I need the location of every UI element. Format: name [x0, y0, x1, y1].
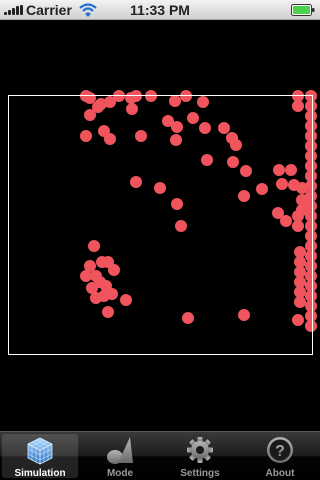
particle [90, 292, 102, 304]
particle [276, 178, 288, 190]
shape-pair-icon [107, 437, 133, 464]
particle-group [80, 90, 317, 332]
tab-settings[interactable]: Settings [160, 432, 240, 480]
particle [187, 112, 199, 124]
tab-about[interactable]: ? About [240, 432, 320, 480]
particle [175, 220, 187, 232]
particle [84, 92, 96, 104]
particle [292, 314, 304, 326]
particle [230, 139, 242, 151]
status-bar: Carrier 11:33 PM [0, 0, 320, 20]
app-screen: Carrier 11:33 PM Simulation Mode Setting… [0, 0, 320, 480]
particle [80, 130, 92, 142]
tab-settings-label: Settings [180, 468, 220, 479]
particle [305, 320, 317, 332]
tab-simulation-label: Simulation [14, 468, 66, 479]
tab-mode-label: Mode [106, 468, 134, 479]
particle [88, 240, 100, 252]
question-icon: ? [267, 437, 293, 463]
tab-mode[interactable]: Mode [80, 432, 160, 480]
particle [294, 296, 306, 308]
particle [130, 176, 142, 188]
cube-grid-icon [27, 437, 53, 465]
particle [280, 215, 292, 227]
tab-about-label: About [265, 468, 295, 479]
container-box [8, 95, 313, 355]
particle [102, 306, 114, 318]
battery-icon [291, 4, 315, 16]
particle [170, 134, 182, 146]
svg-text:?: ? [275, 443, 285, 460]
particle [135, 130, 147, 142]
particle [273, 164, 285, 176]
particle [169, 95, 181, 107]
particle [218, 122, 230, 134]
particle [197, 96, 209, 108]
particle [171, 198, 183, 210]
particle [285, 164, 297, 176]
simulation-canvas[interactable] [0, 20, 320, 431]
particle [201, 154, 213, 166]
particle [104, 133, 116, 145]
particle [126, 103, 138, 115]
particle [256, 183, 268, 195]
simulation-view[interactable] [0, 20, 320, 431]
particle [182, 312, 194, 324]
particle [108, 264, 120, 276]
particle [238, 190, 250, 202]
clock-time: 11:33 PM [130, 2, 190, 18]
particle [292, 100, 304, 112]
particle [154, 182, 166, 194]
particle [171, 121, 183, 133]
particle [199, 122, 211, 134]
gear-icon [187, 437, 213, 463]
particle [227, 156, 239, 168]
tab-bar: Simulation Mode Settings ? About [0, 431, 320, 480]
particle [238, 309, 250, 321]
particle [240, 165, 252, 177]
particle [120, 294, 132, 306]
particle [292, 220, 304, 232]
tab-simulation[interactable]: Simulation [2, 434, 78, 479]
particle [84, 109, 96, 121]
